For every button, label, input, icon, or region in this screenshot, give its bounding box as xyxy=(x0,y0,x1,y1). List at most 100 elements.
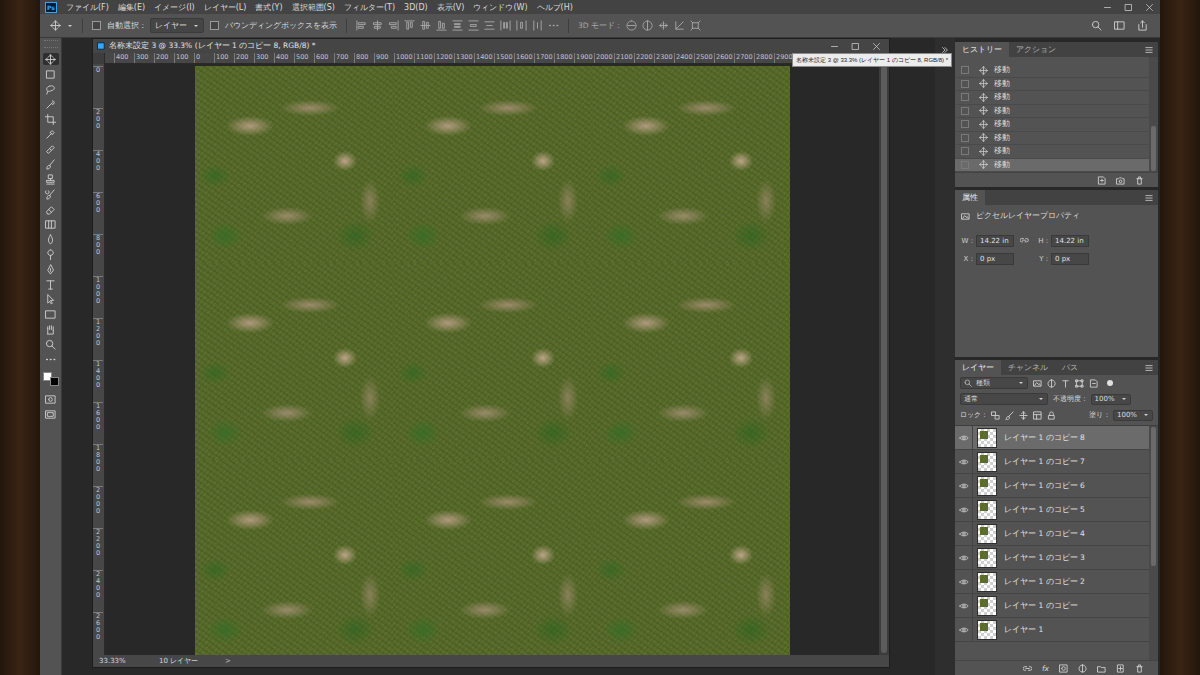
menu-item[interactable]: 編集(E) xyxy=(118,2,145,13)
lock-option-icon[interactable] xyxy=(1005,411,1014,420)
layer-row[interactable]: レイヤー 1 のコピー 3 xyxy=(955,546,1149,570)
layer-style-button[interactable]: fx xyxy=(1042,664,1049,673)
align-icon[interactable] xyxy=(420,20,431,31)
maximize-icon[interactable] xyxy=(1124,3,1133,12)
visibility-toggle[interactable] xyxy=(955,546,973,569)
minimize-icon[interactable] xyxy=(830,42,839,51)
panel-tab[interactable]: アクション xyxy=(1009,42,1063,57)
screen-mode-button[interactable] xyxy=(43,408,59,420)
tool-button[interactable] xyxy=(43,323,59,335)
align-icon[interactable] xyxy=(468,20,479,31)
align-icon[interactable] xyxy=(500,20,511,31)
position-field[interactable]: 0 px xyxy=(1051,253,1089,265)
history-item[interactable]: 移動 xyxy=(955,64,1149,78)
share-icon[interactable] xyxy=(1137,20,1148,31)
app-logo[interactable]: Ps xyxy=(45,2,57,13)
panel-menu-icon[interactable] xyxy=(1145,46,1153,54)
layer-action-icon[interactable] xyxy=(1135,664,1144,673)
workspace-icon[interactable] xyxy=(1114,20,1125,31)
scrollbar-thumb[interactable] xyxy=(881,66,887,653)
bounding-box-checkbox[interactable] xyxy=(210,21,219,30)
visibility-toggle[interactable] xyxy=(955,522,973,545)
panel-tab[interactable]: レイヤー xyxy=(955,360,1001,375)
link-icon[interactable] xyxy=(1020,236,1030,246)
quick-mask-button[interactable] xyxy=(43,393,59,405)
auto-select-checkbox[interactable] xyxy=(92,21,101,30)
layer-row[interactable]: レイヤー 1 のコピー 8 xyxy=(955,426,1149,450)
menu-item[interactable]: レイヤー(L) xyxy=(204,2,247,13)
history-item[interactable]: 移動 xyxy=(955,145,1149,159)
visibility-toggle[interactable] xyxy=(955,498,973,521)
history-action-icon[interactable] xyxy=(1135,176,1144,185)
history-brush-source-box[interactable] xyxy=(961,66,969,74)
lock-option-icon[interactable] xyxy=(1019,411,1028,420)
layer-action-icon[interactable] xyxy=(1078,664,1087,673)
history-item[interactable]: 移動 xyxy=(955,132,1149,146)
history-item[interactable]: 移動 xyxy=(955,159,1149,173)
visibility-toggle[interactable] xyxy=(955,570,973,593)
3d-mode-icon[interactable] xyxy=(626,20,637,31)
layer-row[interactable]: レイヤー 1 のコピー 5 xyxy=(955,498,1149,522)
zoom-level[interactable]: 33.33% xyxy=(99,657,159,665)
history-item[interactable]: 移動 xyxy=(955,78,1149,92)
search-icon[interactable] xyxy=(1091,20,1102,31)
3d-mode-icon[interactable] xyxy=(658,20,669,31)
layers-scrollbar[interactable] xyxy=(1149,426,1158,660)
tool-button[interactable] xyxy=(43,263,59,275)
layer-row[interactable]: レイヤー 1 のコピー xyxy=(955,594,1149,618)
size-field[interactable]: 14.22 in xyxy=(1051,235,1089,247)
align-icon[interactable] xyxy=(452,20,463,31)
maximize-icon[interactable] xyxy=(851,42,860,51)
tool-button[interactable] xyxy=(43,308,59,320)
menu-item[interactable]: 書式(Y) xyxy=(255,2,282,13)
history-brush-source-box[interactable] xyxy=(961,147,969,155)
layer-row[interactable]: レイヤー 1 xyxy=(955,618,1149,642)
layer-row[interactable]: レイヤー 1 のコピー 6 xyxy=(955,474,1149,498)
layer-action-icon[interactable] xyxy=(1116,664,1125,673)
menu-item[interactable]: 選択範囲(S) xyxy=(292,2,335,13)
tool-button[interactable] xyxy=(43,293,59,305)
history-brush-source-box[interactable] xyxy=(961,93,969,101)
tool-button[interactable] xyxy=(43,143,59,155)
move-tool-icon[interactable] xyxy=(50,20,61,31)
dropdown-arrow-icon[interactable] xyxy=(67,23,73,29)
tool-button[interactable] xyxy=(43,53,59,65)
canvas-image[interactable] xyxy=(195,66,790,656)
menu-item[interactable]: ファイル(F) xyxy=(66,2,109,13)
link-layers-icon[interactable] xyxy=(1023,664,1032,673)
panel-tab[interactable]: チャンネル xyxy=(1001,360,1055,375)
3d-mode-icon[interactable] xyxy=(690,20,701,31)
panel-menu-icon[interactable] xyxy=(1145,364,1153,372)
vertical-scrollbar[interactable] xyxy=(879,64,889,655)
history-action-icon[interactable] xyxy=(1097,176,1106,185)
menu-item[interactable]: 3D(D) xyxy=(404,3,428,12)
panel-tab[interactable]: パス xyxy=(1055,360,1085,375)
filter-icon[interactable] xyxy=(1047,379,1056,388)
history-item[interactable]: 移動 xyxy=(955,91,1149,105)
tool-button[interactable] xyxy=(43,278,59,290)
lock-option-icon[interactable] xyxy=(1033,411,1042,420)
tool-button[interactable] xyxy=(43,128,59,140)
layer-action-icon[interactable] xyxy=(1059,664,1068,673)
history-item[interactable]: 移動 xyxy=(955,105,1149,119)
panel-tab[interactable]: 属性 xyxy=(955,190,985,205)
visibility-toggle[interactable] xyxy=(955,474,973,497)
filter-icon[interactable] xyxy=(1033,379,1042,388)
tool-button[interactable] xyxy=(43,158,59,170)
history-brush-source-box[interactable] xyxy=(961,134,969,142)
tool-button[interactable] xyxy=(43,83,59,95)
align-icon[interactable] xyxy=(516,20,527,31)
tool-button[interactable] xyxy=(43,98,59,110)
visibility-toggle[interactable] xyxy=(955,426,973,449)
tool-button[interactable] xyxy=(43,248,59,260)
minimize-icon[interactable] xyxy=(1103,3,1112,12)
size-field[interactable]: 14.22 in xyxy=(976,235,1014,247)
history-brush-source-box[interactable] xyxy=(961,107,969,115)
document-title-bar[interactable]: 名称未設定 3 @ 33.3% (レイヤー 1 のコピー 8, RGB/8) * xyxy=(93,39,889,53)
tool-button[interactable] xyxy=(43,68,59,80)
fill-field[interactable]: 100% xyxy=(1113,410,1153,421)
visibility-toggle[interactable] xyxy=(955,450,973,473)
filter-toggle[interactable] xyxy=(1107,380,1113,386)
tool-button[interactable] xyxy=(43,188,59,200)
close-icon[interactable] xyxy=(872,42,881,51)
